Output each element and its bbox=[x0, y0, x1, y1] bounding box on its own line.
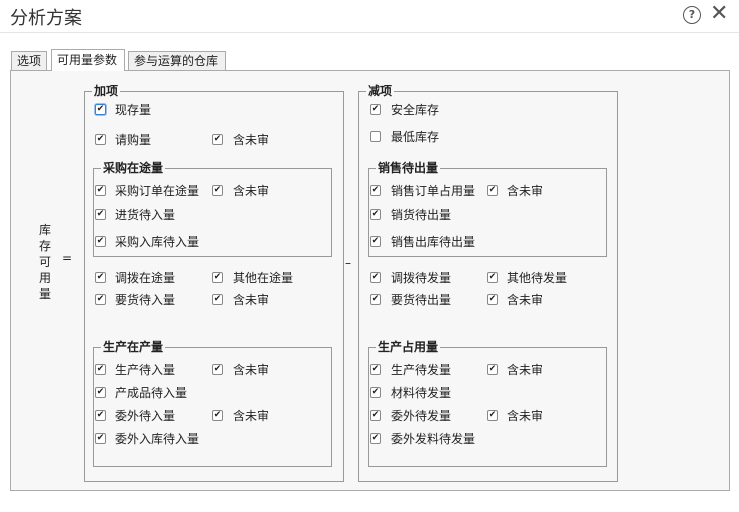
safety-stock-checkbox[interactable]: ✔ bbox=[370, 104, 381, 115]
min-stock-checkbox[interactable] bbox=[370, 131, 381, 142]
finished-pending-in-label: 产成品待入量 bbox=[115, 386, 188, 400]
prod-pending-in-checkbox[interactable]: ✔ bbox=[95, 364, 106, 375]
help-icon[interactable]: ? bbox=[683, 6, 701, 24]
sales-out-pending-label: 销售出库待出量 bbox=[391, 235, 476, 249]
prod-issue-unaudited-checkbox[interactable]: ✔ bbox=[487, 364, 498, 375]
other-pending-label: 其他待发量 bbox=[507, 271, 568, 285]
min-stock-label: 最低库存 bbox=[391, 130, 440, 144]
add-group-title: 加项 bbox=[92, 84, 121, 98]
request-in-unaudited-checkbox[interactable]: ✔ bbox=[212, 294, 223, 305]
purchase-transit-title: 采购在途量 bbox=[101, 161, 166, 175]
outsource-issue-unaudited-checkbox[interactable]: ✔ bbox=[487, 410, 498, 421]
sales-pending-title: 销售待出量 bbox=[376, 161, 441, 175]
outsource-in-unaudited-checkbox[interactable]: ✔ bbox=[212, 410, 223, 421]
production-title: 生产在产量 bbox=[101, 340, 166, 354]
other-transit-label: 其他在途量 bbox=[233, 271, 294, 285]
xianchunliang-checkbox[interactable]: ✔ bbox=[95, 104, 106, 115]
order-transit-checkbox[interactable]: ✔ bbox=[95, 185, 106, 196]
import-pending-checkbox[interactable]: ✔ bbox=[95, 209, 106, 220]
prod-in-unaudited-checkbox[interactable]: ✔ bbox=[212, 364, 223, 375]
transfer-transit-checkbox[interactable]: ✔ bbox=[95, 272, 106, 283]
subtract-group-title: 减项 bbox=[366, 84, 395, 98]
request-pending-in-label: 要货待入量 bbox=[115, 293, 176, 307]
order-transit-unaudited-label: 含未审 bbox=[233, 184, 270, 198]
outsource-issue-unaudited-label: 含未审 bbox=[507, 409, 544, 423]
transfer-transit-label: 调拨在途量 bbox=[115, 271, 176, 285]
prod-pending-issue-checkbox[interactable]: ✔ bbox=[370, 364, 381, 375]
title-divider bbox=[0, 32, 739, 33]
shipping-pending-label: 销货待出量 bbox=[391, 208, 452, 222]
available-stock-label: 库 存 可 用 量 bbox=[38, 223, 51, 301]
order-occupied-checkbox[interactable]: ✔ bbox=[370, 185, 381, 196]
other-transit-checkbox[interactable]: ✔ bbox=[212, 272, 223, 283]
other-pending-checkbox[interactable]: ✔ bbox=[487, 272, 498, 283]
sales-out-pending-checkbox[interactable]: ✔ bbox=[370, 236, 381, 247]
window-title: 分析方案 bbox=[10, 8, 82, 29]
request-pending-out-checkbox[interactable]: ✔ bbox=[370, 294, 381, 305]
outsource-in-unaudited-label: 含未审 bbox=[233, 409, 270, 423]
outsource-store-pending-checkbox[interactable]: ✔ bbox=[95, 433, 106, 444]
tab-warehouses[interactable]: 参与运算的仓库 bbox=[128, 51, 226, 70]
order-occupied-unaudited-label: 含未审 bbox=[507, 184, 544, 198]
safety-stock-label: 安全库存 bbox=[391, 103, 440, 117]
purchase-in-pending-label: 采购入库待入量 bbox=[115, 235, 200, 249]
xianchunliang-label: 现存量 bbox=[115, 103, 152, 117]
qinggouliang-checkbox[interactable]: ✔ bbox=[95, 134, 106, 145]
outsource-store-pending-label: 委外入库待入量 bbox=[115, 432, 200, 446]
request-pending-in-checkbox[interactable]: ✔ bbox=[95, 294, 106, 305]
shipping-pending-checkbox[interactable]: ✔ bbox=[370, 209, 381, 220]
minus-sign: – bbox=[345, 256, 351, 270]
outsource-pending-in-label: 委外待入量 bbox=[115, 409, 176, 423]
transfer-pending-label: 调拨待发量 bbox=[391, 271, 452, 285]
prod-in-unaudited-label: 含未审 bbox=[233, 363, 270, 377]
outsource-pending-in-checkbox[interactable]: ✔ bbox=[95, 410, 106, 421]
prod-pending-issue-label: 生产待发量 bbox=[391, 363, 452, 377]
material-pending-label: 材料待发量 bbox=[391, 386, 452, 400]
qinggou-unaudited-checkbox[interactable]: ✔ bbox=[212, 134, 223, 145]
request-out-unaudited-label: 含未审 bbox=[507, 293, 544, 307]
production-use-title: 生产占用量 bbox=[376, 340, 441, 354]
outsource-material-pending-checkbox[interactable]: ✔ bbox=[370, 433, 381, 444]
order-transit-label: 采购订单在途量 bbox=[115, 184, 200, 198]
import-pending-label: 进货待入量 bbox=[115, 208, 176, 222]
outsource-pending-issue-label: 委外待发量 bbox=[391, 409, 452, 423]
outsource-material-pending-label: 委外发料待发量 bbox=[391, 432, 476, 446]
order-occupied-label: 销售订单占用量 bbox=[391, 184, 476, 198]
request-out-unaudited-checkbox[interactable]: ✔ bbox=[487, 294, 498, 305]
order-transit-unaudited-checkbox[interactable]: ✔ bbox=[212, 185, 223, 196]
qinggou-unaudited-label: 含未审 bbox=[233, 133, 270, 147]
order-occupied-unaudited-checkbox[interactable]: ✔ bbox=[487, 185, 498, 196]
purchase-in-pending-checkbox[interactable]: ✔ bbox=[95, 236, 106, 247]
material-pending-checkbox[interactable]: ✔ bbox=[370, 387, 381, 398]
tab-options[interactable]: 选项 bbox=[11, 51, 47, 70]
prod-issue-unaudited-label: 含未审 bbox=[507, 363, 544, 377]
equals-sign: = bbox=[62, 251, 73, 265]
request-in-unaudited-label: 含未审 bbox=[233, 293, 270, 307]
request-pending-out-label: 要货待出量 bbox=[391, 293, 452, 307]
close-icon[interactable]: ✕ bbox=[710, 2, 728, 26]
qinggouliang-label: 请购量 bbox=[115, 133, 152, 147]
finished-pending-in-checkbox[interactable]: ✔ bbox=[95, 387, 106, 398]
transfer-pending-checkbox[interactable]: ✔ bbox=[370, 272, 381, 283]
tab-available-params[interactable]: 可用量参数 bbox=[51, 49, 125, 71]
outsource-pending-issue-checkbox[interactable]: ✔ bbox=[370, 410, 381, 421]
prod-pending-in-label: 生产待入量 bbox=[115, 363, 176, 377]
